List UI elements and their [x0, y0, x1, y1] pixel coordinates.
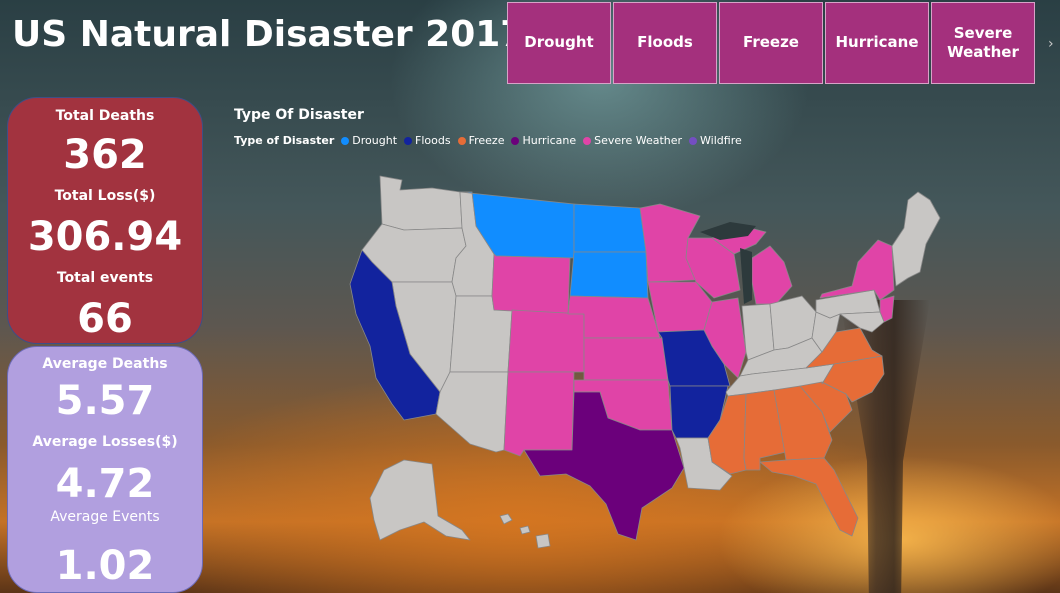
map-state-washington[interactable] — [379, 175, 463, 231]
map-state-arizona[interactable] — [435, 371, 509, 453]
map-state-iowa[interactable] — [647, 281, 713, 333]
map-state-alaska[interactable] — [369, 459, 471, 541]
map-state-new-mexico[interactable] — [503, 371, 575, 457]
map-state-florida[interactable] — [759, 457, 859, 537]
map-state-michigan[interactable] — [751, 245, 793, 305]
us-disaster-map — [349, 175, 941, 549]
map-state-south-dakota[interactable] — [569, 251, 649, 299]
map-state-maryland[interactable] — [839, 311, 885, 333]
map-state-colorado[interactable] — [507, 309, 585, 373]
map-state-new-england[interactable] — [891, 191, 941, 287]
map-state-new-york[interactable] — [819, 239, 895, 301]
map-state-kansas[interactable] — [583, 337, 669, 381]
map-lake-michigan — [740, 248, 752, 304]
map-state-wyoming[interactable] — [491, 253, 571, 315]
map-state-north-dakota[interactable] — [573, 203, 647, 253]
map-state-hawaii[interactable] — [499, 513, 551, 549]
